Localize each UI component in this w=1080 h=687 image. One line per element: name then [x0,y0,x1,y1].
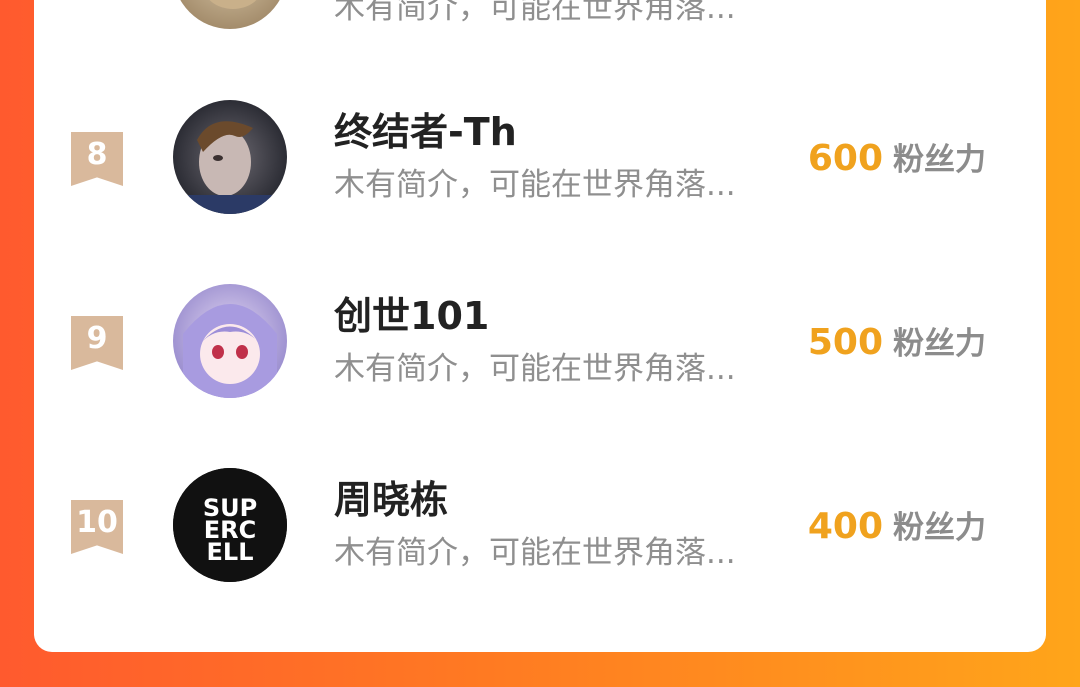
rank-number: 10 [76,505,118,540]
user-bio: 木有简介，可能在世界角落... [334,535,736,571]
user-bio: 木有简介，可能在世界角落... [334,351,736,387]
score-value: 400 [807,506,883,547]
logo-text: ELL [207,538,254,566]
rank-number: 8 [86,137,108,172]
user-avatar[interactable] [173,0,287,29]
fan-power-score: 400 粉丝力 [808,505,986,555]
rank-number: 9 [86,321,108,356]
user-bio: 木有简介，可能在世界角落... [334,167,736,203]
leaderboard-card: 木有简介，可能在世界角落... 8 终结者-Th 木有简介，可能在世界角落...… [34,0,1046,652]
score-unit: 粉丝力 [893,510,986,546]
user-name[interactable]: 周晓栋 [334,476,448,524]
leaderboard-row-10[interactable]: 10 SUP ERC ELL 周晓栋 木有简介，可能在世界角落... 400 粉丝… [34,460,1046,600]
user-avatar[interactable] [173,100,287,214]
leaderboard-row-7[interactable]: 木有简介，可能在世界角落... [34,0,1046,30]
user-name[interactable]: 终结者-Th [334,108,517,156]
fan-power-score: 600 粉丝力 [808,137,986,187]
user-bio: 木有简介，可能在世界角落... [334,0,736,26]
supercell-logo-avatar[interactable]: SUP ERC ELL [173,468,287,582]
score-value: 500 [807,322,883,363]
rank-badge: 8 [71,132,123,186]
leaderboard-row-8[interactable]: 8 终结者-Th 木有简介，可能在世界角落... 600 粉丝力 [34,92,1046,232]
user-avatar[interactable] [173,284,287,398]
user-name[interactable]: 创世101 [334,292,489,340]
leaderboard-row-9[interactable]: 9 创世101 木有简介，可能在世界角落... 500 粉丝力 [34,276,1046,416]
rank-badge: 10 [71,500,123,554]
score-unit: 粉丝力 [893,142,986,178]
fan-power-score: 500 粉丝力 [808,321,986,371]
score-value: 600 [807,138,883,179]
supercell-logo-icon: SUP ERC ELL [173,468,287,582]
score-unit: 粉丝力 [893,326,986,362]
rank-badge: 9 [71,316,123,370]
